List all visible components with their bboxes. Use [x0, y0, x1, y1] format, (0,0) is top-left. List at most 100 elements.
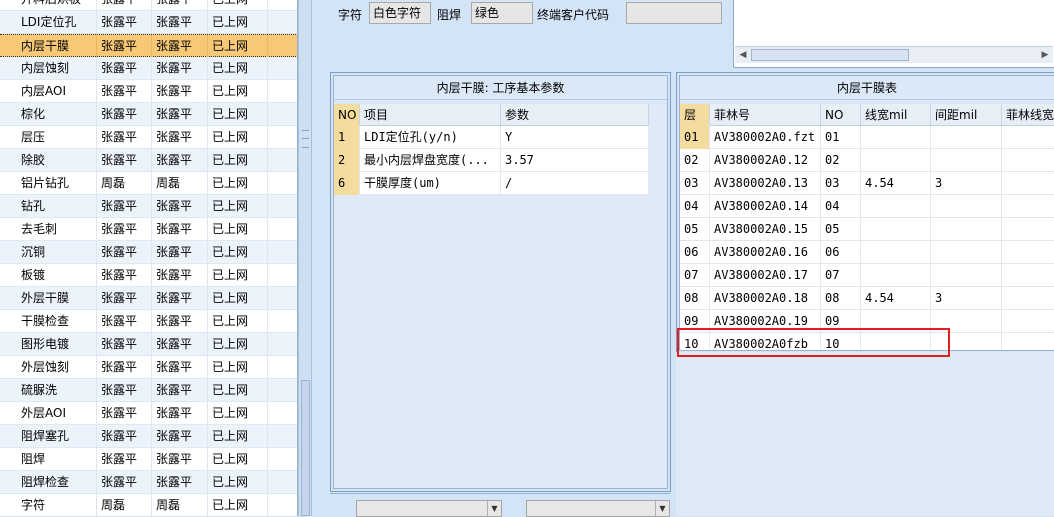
film-header-film-no[interactable]: 菲林号 — [710, 104, 821, 126]
process-row[interactable]: 沉铜 张露平 张露平 已上网 — [0, 241, 297, 264]
film-cell-film-no: AV380002A0.14 — [710, 195, 821, 218]
params-row[interactable]: 1 LDI定位孔(y/n) Y — [334, 126, 649, 149]
params-cell-item: 干膜厚度(um) — [360, 172, 501, 195]
process-row[interactable]: 层压 张露平 张露平 已上网 — [0, 126, 297, 149]
process-row-process-name: 沉铜 — [17, 241, 97, 264]
process-row-checker: 张露平 — [152, 103, 208, 126]
process-row-creator: 张露平 — [97, 356, 152, 379]
process-row-process-name: 外层干膜 — [17, 287, 97, 310]
process-row-status: 已上网 — [208, 356, 268, 379]
customer-code-field[interactable] — [626, 2, 722, 24]
process-row-creator: 张露平 — [97, 80, 152, 103]
film-cell-no: 04 — [821, 195, 861, 218]
process-row[interactable]: 铝片钻孔 周磊 周磊 已上网 — [0, 172, 297, 195]
process-row-status: 已上网 — [208, 11, 268, 34]
process-list-scrollbar[interactable] — [301, 0, 310, 516]
process-row-status: 已上网 — [208, 471, 268, 494]
params-row[interactable]: 2 最小内层焊盘宽度(... 3.57 — [334, 149, 649, 172]
process-row-checker: 张露平 — [152, 471, 208, 494]
process-row[interactable]: LDI定位孔 张露平 张露平 已上网 — [0, 11, 297, 34]
film-cell-layer: 03 — [680, 172, 710, 195]
film-cell-film-no: AV380002A0.16 — [710, 241, 821, 264]
process-row[interactable]: 阻焊 张露平 张露平 已上网 — [0, 448, 297, 471]
params-grid: NO 项目 参数 1 LDI定位孔(y/n) Y 2 最小内层焊盘宽度(... 3.57 6… — [334, 104, 667, 488]
film-header-layer[interactable]: 层 — [680, 104, 710, 126]
params-cell-no: 6 — [334, 172, 360, 195]
process-row[interactable]: 去毛刺 张露平 张露平 已上网 — [0, 218, 297, 241]
char-label: 字符 — [338, 8, 363, 22]
film-row[interactable]: 08 AV380002A0.18 08 4.54 3 — [680, 287, 1054, 310]
film-cell-film-no: AV380002A0.13 — [710, 172, 821, 195]
bottom-dropdown-2[interactable]: ▼ — [526, 500, 670, 517]
process-row[interactable]: 字符 周磊 周磊 已上网 — [0, 494, 297, 516]
film-header-film-line-width[interactable]: 菲林线宽 — [1002, 104, 1054, 126]
process-row-process-name: 硫脲洗 — [17, 379, 97, 402]
film-cell-line-width — [861, 241, 931, 264]
film-row[interactable]: 01 AV380002A0.fzt 01 — [680, 126, 1054, 149]
film-cell-layer: 07 — [680, 264, 710, 287]
params-header-value[interactable]: 参数 — [501, 104, 649, 126]
film-row[interactable]: 04 AV380002A0.14 04 — [680, 195, 1054, 218]
bottom-dropdown-1[interactable]: ▼ — [356, 500, 502, 517]
process-row-status: 已上网 — [208, 0, 268, 11]
film-header-no[interactable]: NO — [821, 104, 861, 126]
process-row-process-name: 开料后烘板 — [17, 0, 97, 11]
scrollbar-thumb[interactable] — [301, 380, 310, 516]
process-row[interactable]: 板镀 张露平 张露平 已上网 — [0, 264, 297, 287]
process-row-creator: 张露平 — [97, 149, 152, 172]
process-row-status: 已上网 — [208, 333, 268, 356]
char-value-field[interactable]: 白色字符 — [369, 2, 431, 24]
params-header-item[interactable]: 项目 — [360, 104, 501, 126]
params-header-no[interactable]: NO — [334, 104, 360, 126]
process-row[interactable]: 外层AOI 张露平 张露平 已上网 — [0, 402, 297, 425]
process-row-status: 已上网 — [208, 195, 268, 218]
top-grid-hscrollbar[interactable]: ◀ ▶ — [735, 46, 1053, 63]
process-row[interactable]: 外层干膜 张露平 张露平 已上网 — [0, 287, 297, 310]
arrow-right-icon[interactable]: ▶ — [1037, 47, 1053, 63]
params-cell-no: 1 — [334, 126, 360, 149]
process-row[interactable]: 阻焊塞孔 张露平 张露平 已上网 — [0, 425, 297, 448]
process-row-status: 已上网 — [208, 402, 268, 425]
film-row[interactable]: 07 AV380002A0.17 07 — [680, 264, 1054, 287]
process-row-status: 已上网 — [208, 241, 268, 264]
film-row[interactable]: 06 AV380002A0.16 06 — [680, 241, 1054, 264]
process-row-process-name: 棕化 — [17, 103, 97, 126]
process-list[interactable]: 开料后烘板张露平张露平已上网LDI定位孔张露平张露平已上网内层干膜张露平张露平已… — [0, 0, 298, 516]
process-row[interactable]: 图形电镀 张露平 张露平 已上网 — [0, 333, 297, 356]
film-row[interactable]: 03 AV380002A0.13 03 4.54 3 — [680, 172, 1054, 195]
process-row-process-name: 铝片钻孔 — [17, 172, 97, 195]
process-row-creator: 张露平 — [97, 0, 152, 11]
film-header-line-width[interactable]: 线宽mil — [861, 104, 931, 126]
process-row[interactable]: 外层蚀刻 张露平 张露平 已上网 — [0, 356, 297, 379]
process-row[interactable]: 干膜检查 张露平 张露平 已上网 — [0, 310, 297, 333]
process-row[interactable]: 硫脲洗 张露平 张露平 已上网 — [0, 379, 297, 402]
film-grid: 层 菲林号 NO 线宽mil 间距mil 菲林线宽 01 AV380002A0.f… — [680, 104, 1054, 350]
process-row[interactable]: 阻焊检查 张露平 张露平 已上网 — [0, 471, 297, 494]
film-cell-line-width — [861, 126, 931, 149]
process-row[interactable]: 棕化 张露平 张露平 已上网 — [0, 103, 297, 126]
process-row-checker: 张露平 — [152, 448, 208, 471]
process-row-process-name: 内层干膜 — [17, 35, 97, 58]
process-row[interactable]: 内层蚀刻 张露平 张露平 已上网 — [0, 57, 297, 80]
film-cell-film-line-width — [1002, 287, 1054, 310]
process-row[interactable]: 钻孔 张露平 张露平 已上网 — [0, 195, 297, 218]
process-row-creator: 张露平 — [97, 471, 152, 494]
film-cell-film-no: AV380002A0.17 — [710, 264, 821, 287]
film-header-spacing[interactable]: 间距mil — [931, 104, 1002, 126]
process-row-status: 已上网 — [208, 149, 268, 172]
film-cell-layer: 08 — [680, 287, 710, 310]
process-row[interactable]: 内层AOI 张露平 张露平 已上网 — [0, 80, 297, 103]
process-row-process-name: 外层AOI — [17, 402, 97, 425]
film-row[interactable]: 02 AV380002A0.12 02 — [680, 149, 1054, 172]
process-row-creator: 张露平 — [97, 425, 152, 448]
process-row[interactable]: 开料后烘板张露平张露平已上网 — [0, 0, 297, 11]
film-row[interactable]: 05 AV380002A0.15 05 — [680, 218, 1054, 241]
arrow-left-icon[interactable]: ◀ — [735, 47, 751, 63]
process-row[interactable]: 除胶 张露平 张露平 已上网 — [0, 149, 297, 172]
chevron-down-icon[interactable]: ▼ — [487, 501, 501, 516]
params-row[interactable]: 6 干膜厚度(um) / — [334, 172, 649, 195]
mask-value-field[interactable]: 绿色 — [471, 2, 533, 24]
chevron-down-icon[interactable]: ▼ — [655, 501, 669, 516]
process-row[interactable]: 内层干膜 张露平 张露平 已上网 — [0, 34, 297, 58]
hscroll-thumb[interactable] — [751, 49, 909, 61]
